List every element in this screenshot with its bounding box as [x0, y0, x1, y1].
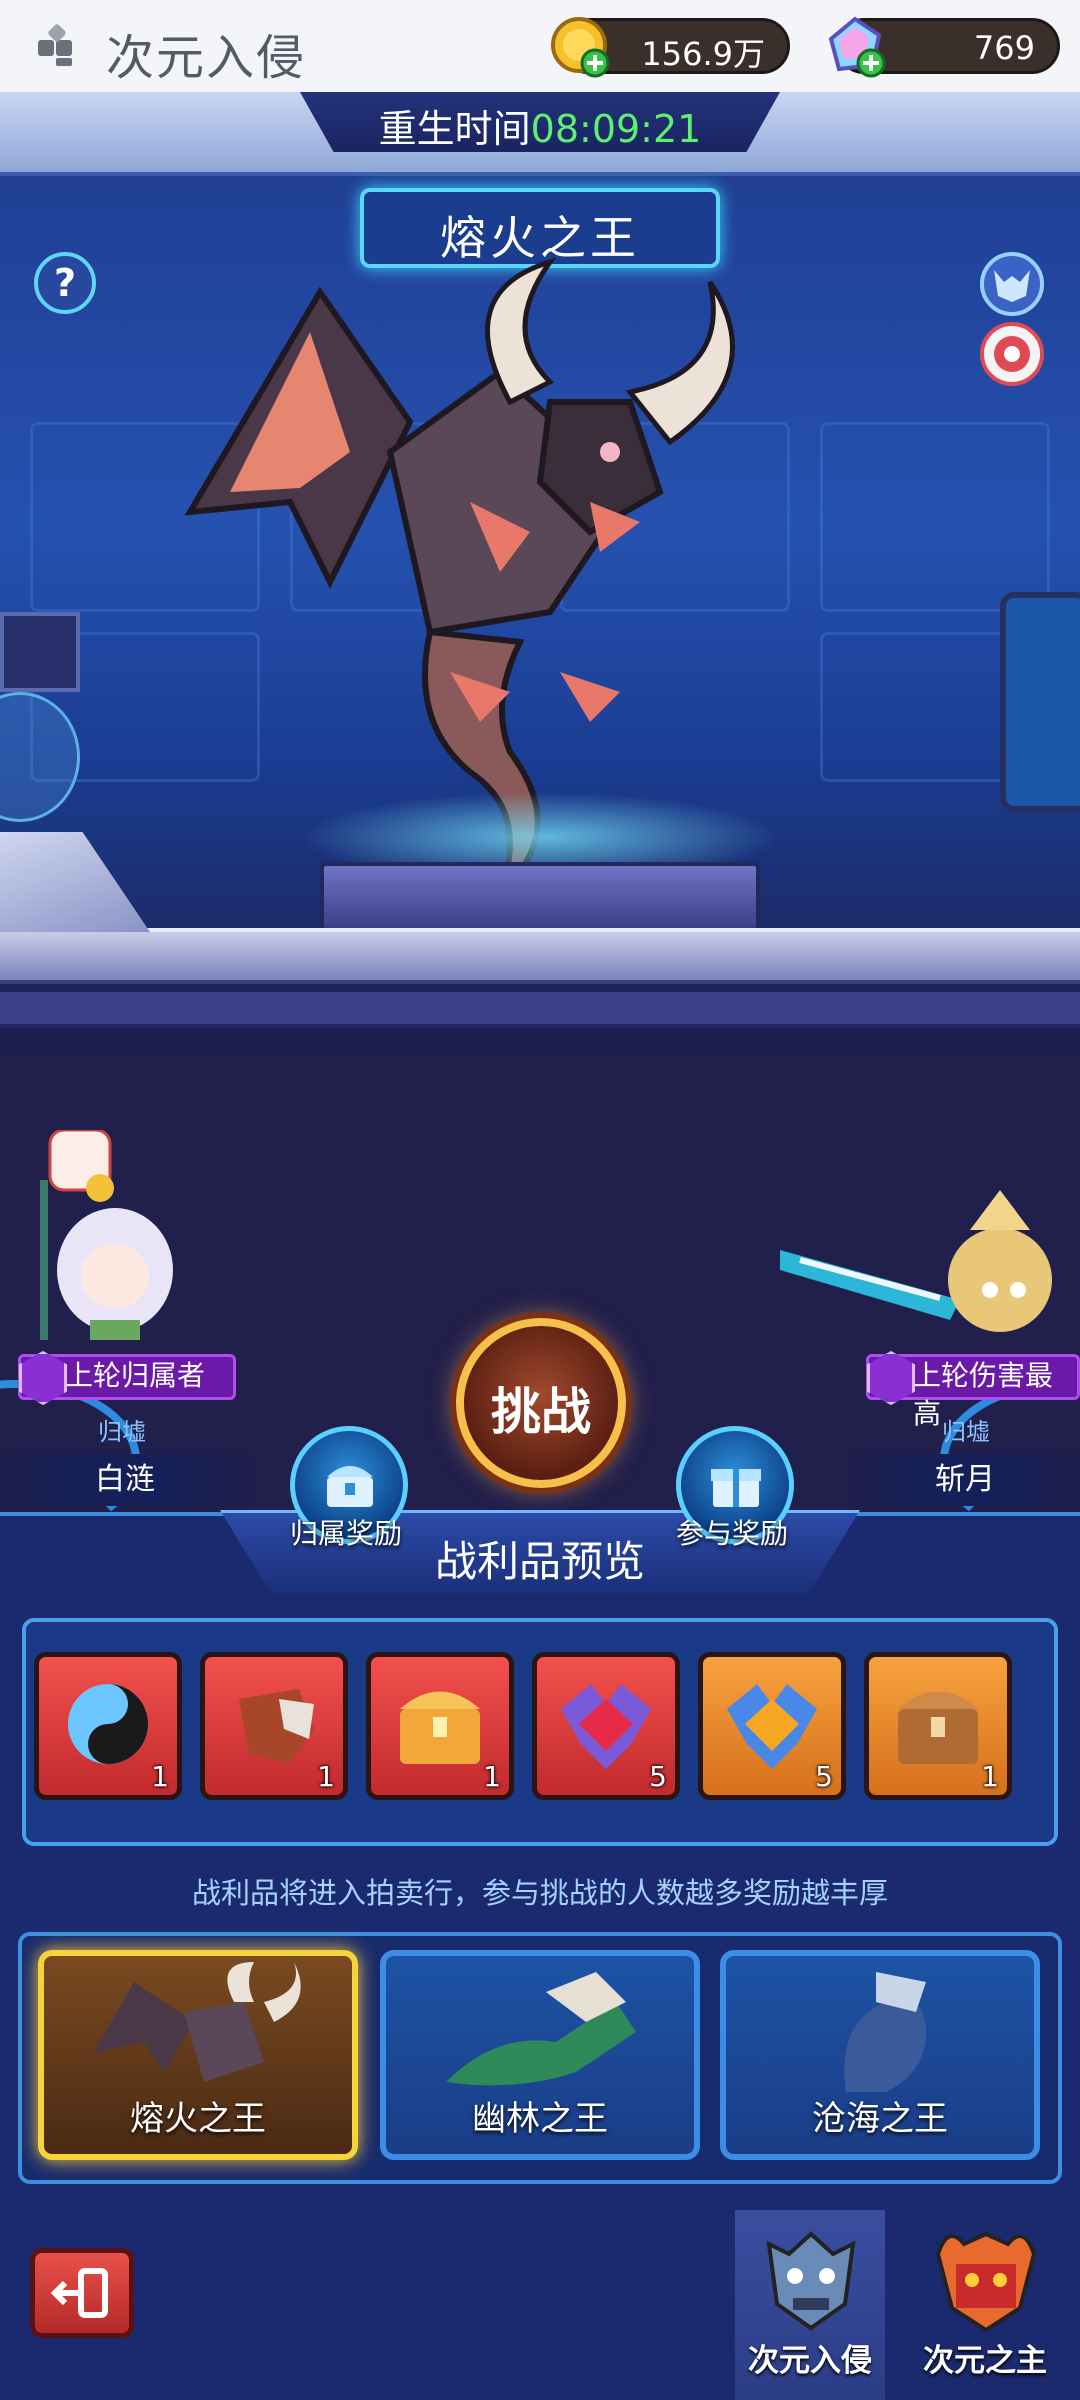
- gem-counter[interactable]: 769: [828, 16, 1060, 78]
- boss-card-label: 熔火之王: [130, 2099, 266, 2139]
- loot-item[interactable]: 1: [34, 1652, 182, 1800]
- gold-value: 156.9万: [641, 35, 765, 73]
- arena-ramp: [0, 832, 150, 932]
- left-player-guild: 归墟: [98, 1418, 146, 1446]
- wooden-chest-icon: [898, 1691, 978, 1764]
- ruby-crest-icon: [561, 1684, 651, 1769]
- topaz-crest-icon: [727, 1684, 817, 1769]
- respawn-timer-box: 重生时间08:09:21: [300, 92, 780, 152]
- top-damage-tag: 上轮伤害最高: [866, 1351, 1080, 1430]
- horned-mask-icon: [994, 270, 1030, 302]
- boss-card-forest[interactable]: 幽林之王: [380, 1950, 700, 2160]
- help-button[interactable]: ?: [34, 252, 96, 314]
- red-demon-mask-icon: [935, 2231, 1037, 2333]
- chest-icon: [327, 1466, 373, 1507]
- challenge-button[interactable]: 挑战: [456, 1318, 626, 1488]
- exit-button[interactable]: [30, 2248, 134, 2338]
- loot-qty: 1: [981, 1760, 999, 1793]
- arena-rail-lower: [0, 992, 1080, 1028]
- dragon-armor-icon: [239, 1689, 314, 1764]
- rank-emblem-icon: [994, 336, 1030, 372]
- ownership-reward-label: 归属奖励: [290, 1517, 403, 1550]
- boss-card-molten[interactable]: 熔火之王: [38, 1950, 358, 2160]
- yin-yang-orb-icon: [68, 1684, 148, 1764]
- respawn-time: 08:09:21: [530, 107, 702, 151]
- gift-box-icon: [711, 1469, 761, 1507]
- treasure-chest-icon: [400, 1691, 480, 1764]
- game-screen: 次元入侵 156.9万 769 重生时间08:09:21 熔火之王 ? 上轮归属…: [0, 0, 1080, 2400]
- gem-value: 769: [973, 29, 1035, 67]
- left-player-avatar[interactable]: [40, 1130, 190, 1340]
- loot-note: 战利品将进入拍卖行，参与挑战的人数越多奖励越丰厚: [191, 1876, 888, 1910]
- fist-badge-icon: [867, 1351, 915, 1405]
- loot-item[interactable]: 1: [200, 1652, 348, 1800]
- right-player-avatar[interactable]: [780, 1190, 1080, 1370]
- tab-label: 次元之主: [923, 2343, 1047, 2379]
- sea-dragon-thumb: [844, 1972, 926, 2092]
- exit-arrow-icon: [50, 2268, 108, 2318]
- respawn-timer: 重生时间08:09:21: [300, 98, 780, 152]
- last-owner-tag: 上轮归属者: [18, 1351, 236, 1405]
- participation-reward-label: 参与奖励: [676, 1517, 789, 1550]
- molten-dragon-thumb: [94, 1962, 301, 2082]
- wall-monitor: [1000, 592, 1080, 812]
- tab-dimension-lord[interactable]: 次元之主: [910, 2210, 1060, 2400]
- loot-qty: 5: [815, 1760, 833, 1793]
- loot-qty: 5: [649, 1760, 667, 1793]
- loot-qty: 1: [317, 1760, 335, 1793]
- wall-console: [0, 612, 80, 692]
- right-player-guild: 归墟: [942, 1418, 990, 1446]
- boss-card-label: 沧海之王: [812, 2099, 948, 2139]
- loot-qty: 1: [483, 1760, 501, 1793]
- boss-card-sea[interactable]: 沧海之王: [720, 1950, 1040, 2160]
- rank-button[interactable]: [980, 322, 1044, 386]
- forest-dragon-thumb: [446, 1972, 636, 2086]
- loot-title: 战利品预览: [434, 1537, 645, 1586]
- loot-item[interactable]: 1: [366, 1652, 514, 1800]
- loot-item[interactable]: 5: [532, 1652, 680, 1800]
- right-player-name[interactable]: 斩月: [850, 1454, 1080, 1506]
- owner-badge-icon: [19, 1351, 67, 1405]
- top-bar: 次元入侵 156.9万 769: [0, 0, 1080, 92]
- boss-arena: 重生时间08:09:21 熔火之王 ?: [0, 92, 1080, 1052]
- boss-card-label: 幽林之王: [472, 2099, 608, 2139]
- respawn-label: 重生时间: [378, 107, 531, 151]
- last-owner-label: 上轮归属者: [65, 1359, 206, 1392]
- blue-demon-mask-icon: [766, 2231, 856, 2331]
- app-switch-icon[interactable]: [34, 24, 78, 68]
- challenge-label: 挑战: [491, 1383, 591, 1441]
- tab-label: 次元入侵: [748, 2343, 872, 2379]
- left-player-name[interactable]: 白涟: [0, 1454, 250, 1506]
- loot-item[interactable]: 5: [698, 1652, 846, 1800]
- arena-rail: [0, 928, 1080, 984]
- tab-dimension-invasion[interactable]: 次元入侵: [735, 2210, 885, 2400]
- gem-icon: [828, 16, 886, 78]
- gold-coin-icon: [551, 17, 610, 78]
- app-title: 次元入侵: [106, 30, 307, 86]
- loot-item[interactable]: 1: [864, 1652, 1012, 1800]
- gold-counter[interactable]: 156.9万: [551, 17, 790, 78]
- boss-info-button[interactable]: [980, 252, 1044, 316]
- boss-pedestal: [320, 862, 760, 932]
- loot-qty: 1: [151, 1760, 169, 1793]
